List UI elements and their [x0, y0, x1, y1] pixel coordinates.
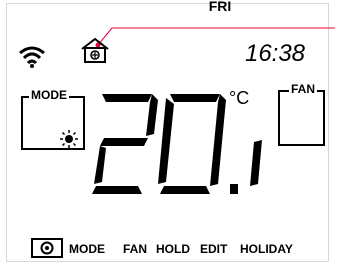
temperature-display — [92, 94, 262, 194]
menu-holiday[interactable]: HOLIDAY — [240, 242, 293, 256]
mode-box-label: MODE — [29, 88, 69, 102]
power-icon — [40, 241, 54, 255]
sun-icon — [60, 130, 78, 148]
menu-edit[interactable]: EDIT — [200, 242, 227, 256]
clock-display: 16:38 — [244, 40, 306, 67]
menu-hold[interactable]: HOLD — [156, 242, 190, 256]
power-button[interactable] — [31, 238, 63, 258]
temperature-unit: °C — [229, 88, 250, 108]
menu-mode[interactable]: MODE — [69, 242, 105, 256]
day-label: FRI — [208, 0, 232, 14]
house-fan-icon — [81, 37, 109, 63]
fan-box: FAN — [278, 82, 325, 146]
fan-box-label: FAN — [289, 82, 317, 96]
wifi-icon — [19, 46, 45, 68]
menu-fan[interactable]: FAN — [123, 242, 147, 256]
